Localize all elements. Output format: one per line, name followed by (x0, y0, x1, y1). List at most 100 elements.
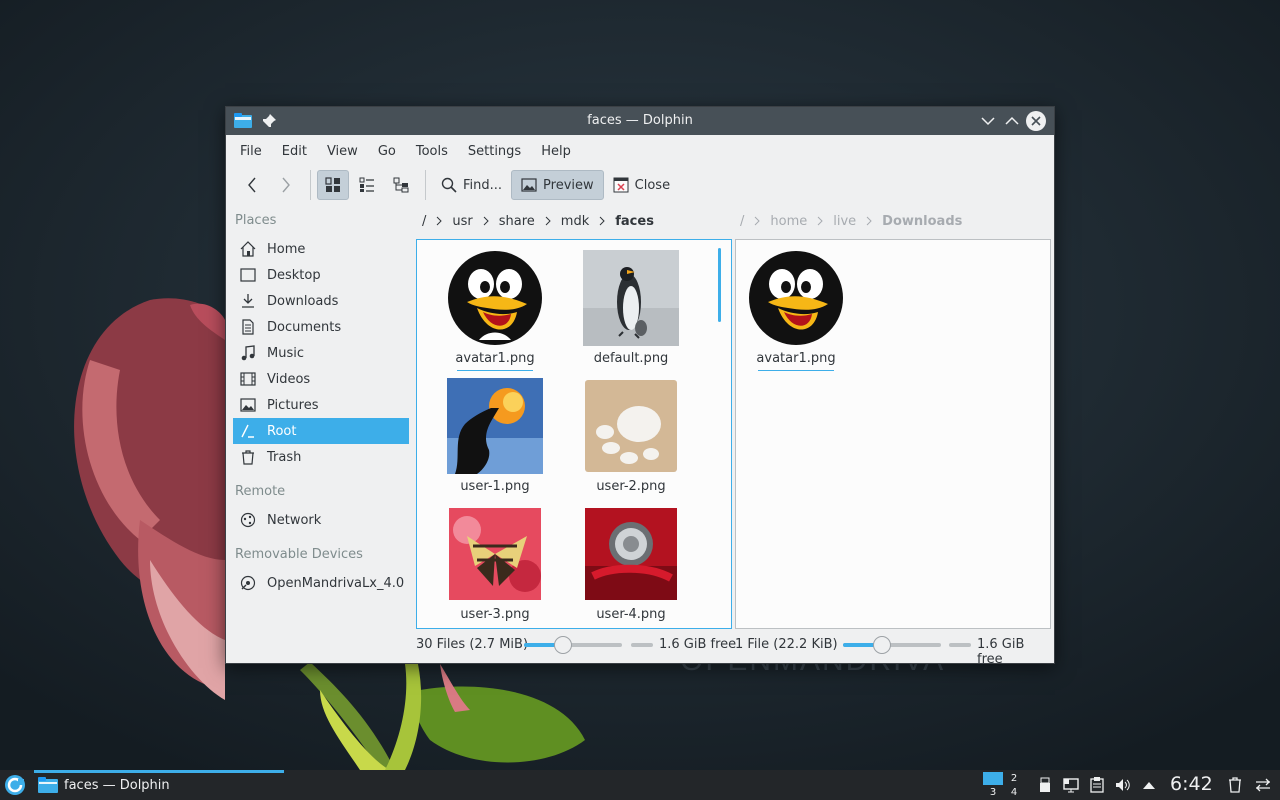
breadcrumb-usr[interactable]: usr (452, 214, 472, 229)
place-item-trash[interactable]: Trash (233, 444, 409, 470)
find-button[interactable]: Find... (432, 170, 511, 200)
window-titlebar[interactable]: faces — Dolphin (226, 107, 1054, 135)
file-item[interactable]: avatar1.png (435, 250, 555, 376)
file-item[interactable]: user-2.png (571, 378, 691, 504)
breadcrumb-mdk[interactable]: mdk (561, 214, 589, 229)
tux-avatar-thumbnail (448, 251, 542, 345)
file-name: avatar1.png (756, 351, 836, 366)
menu-view[interactable]: View (317, 144, 368, 159)
close-icon (1031, 116, 1041, 126)
place-item-root[interactable]: Root (233, 418, 409, 444)
file-item[interactable]: user-4.png (571, 506, 691, 628)
application-launcher-icon[interactable] (4, 774, 26, 796)
file-item[interactable]: default.png (571, 250, 691, 376)
menu-help[interactable]: Help (531, 144, 581, 159)
place-item-network[interactable]: Network (233, 507, 409, 533)
breadcrumb-root[interactable]: / (740, 214, 744, 229)
slider-handle[interactable] (554, 636, 572, 654)
file-item[interactable]: user-1.png (435, 378, 555, 504)
zoom-slider-right[interactable] (843, 636, 941, 654)
place-label: Documents (267, 319, 342, 335)
file-item[interactable]: avatar1.png (736, 250, 856, 376)
free-space-bar-right (949, 643, 971, 647)
place-item-device[interactable]: OpenMandrivaLx_4.0 (233, 570, 409, 596)
menu-go[interactable]: Go (368, 144, 406, 159)
zoom-slider-left[interactable] (524, 636, 622, 654)
fire-photo-thumbnail (447, 378, 543, 474)
place-item-videos[interactable]: Videos (233, 366, 409, 392)
place-item-music[interactable]: Music (233, 340, 409, 366)
place-item-downloads[interactable]: Downloads (233, 288, 409, 314)
chevron-down-icon (981, 117, 995, 126)
desktop-1[interactable] (983, 772, 1003, 785)
panel-settings-icon[interactable] (1254, 776, 1272, 794)
home-icon (239, 240, 257, 258)
window-title: faces — Dolphin (587, 113, 693, 128)
trash-tray-icon[interactable] (1226, 776, 1244, 794)
toolbar-separator (310, 170, 311, 200)
chevron-up-icon (1005, 116, 1019, 125)
compact-view-icon (359, 177, 374, 192)
breadcrumb-home[interactable]: home (770, 214, 807, 229)
minimize-button[interactable] (978, 111, 998, 131)
place-label: Root (267, 423, 297, 439)
usb-icon[interactable] (1036, 776, 1054, 794)
dolphin-window: faces — Dolphin File Edit View Go Tools … (225, 106, 1055, 667)
place-item-desktop[interactable]: Desktop (233, 262, 409, 288)
details-view-button[interactable] (385, 170, 417, 200)
folder-icon (38, 777, 58, 793)
desktop-icon (239, 266, 257, 284)
drive-icon (239, 574, 257, 592)
place-item-documents[interactable]: Documents (233, 314, 409, 340)
place-label: Desktop (267, 267, 321, 283)
forward-button[interactable] (270, 170, 302, 200)
menu-settings[interactable]: Settings (458, 144, 531, 159)
volume-icon[interactable] (1114, 776, 1132, 794)
places-header: Places (235, 213, 277, 228)
network-tray-icon[interactable] (1062, 776, 1080, 794)
place-item-home[interactable]: Home (233, 236, 409, 262)
desktop-2[interactable]: 2 (1004, 772, 1024, 785)
breadcrumb-downloads[interactable]: Downloads (882, 214, 962, 229)
scrollbar[interactable] (718, 248, 721, 322)
clock[interactable]: 6:42 (1170, 773, 1213, 795)
devices-header: Removable Devices (235, 547, 363, 562)
back-button[interactable] (236, 170, 268, 200)
penguin-photo-thumbnail (583, 250, 679, 346)
menu-file[interactable]: File (230, 144, 272, 159)
chevron-right-icon (599, 216, 605, 226)
breadcrumb-share[interactable]: share (499, 214, 535, 229)
place-label: Trash (267, 449, 302, 465)
chevron-right-icon (755, 216, 761, 226)
details-view-icon (393, 177, 409, 193)
menu-tools[interactable]: Tools (406, 144, 458, 159)
expand-tray-icon[interactable] (1140, 776, 1158, 794)
menu-edit[interactable]: Edit (272, 144, 317, 159)
place-label: Videos (267, 371, 311, 387)
close-window-button[interactable] (1026, 111, 1046, 131)
file-view-left[interactable]: avatar1.png default.png user-1.png user-… (416, 239, 732, 629)
place-item-pictures[interactable]: Pictures (233, 392, 409, 418)
free-space-bar-left (631, 643, 653, 647)
selection-underline (758, 370, 834, 371)
desktop-3[interactable]: 3 (983, 786, 1003, 799)
file-view-right[interactable]: avatar1.png (735, 239, 1051, 629)
maximize-button[interactable] (1002, 111, 1022, 131)
breadcrumb-faces[interactable]: faces (615, 214, 654, 229)
slider-handle[interactable] (873, 636, 891, 654)
toolbar: Find... Preview Close (226, 167, 1054, 203)
clipboard-icon[interactable] (1088, 776, 1106, 794)
videos-icon (239, 370, 257, 388)
task-dolphin[interactable]: faces — Dolphin (34, 770, 284, 800)
desktop-4[interactable]: 4 (1004, 786, 1024, 799)
file-name: user-3.png (460, 607, 530, 622)
compact-view-button[interactable] (351, 170, 383, 200)
breadcrumb-live[interactable]: live (833, 214, 856, 229)
preview-button[interactable]: Preview (511, 170, 604, 200)
icons-view-button[interactable] (317, 170, 349, 200)
preview-label: Preview (543, 177, 594, 193)
breadcrumb-root[interactable]: / (422, 214, 426, 229)
file-item[interactable]: user-3.png (435, 506, 555, 628)
close-split-button[interactable]: Close (604, 170, 679, 200)
scooter-photo-thumbnail (585, 508, 677, 600)
